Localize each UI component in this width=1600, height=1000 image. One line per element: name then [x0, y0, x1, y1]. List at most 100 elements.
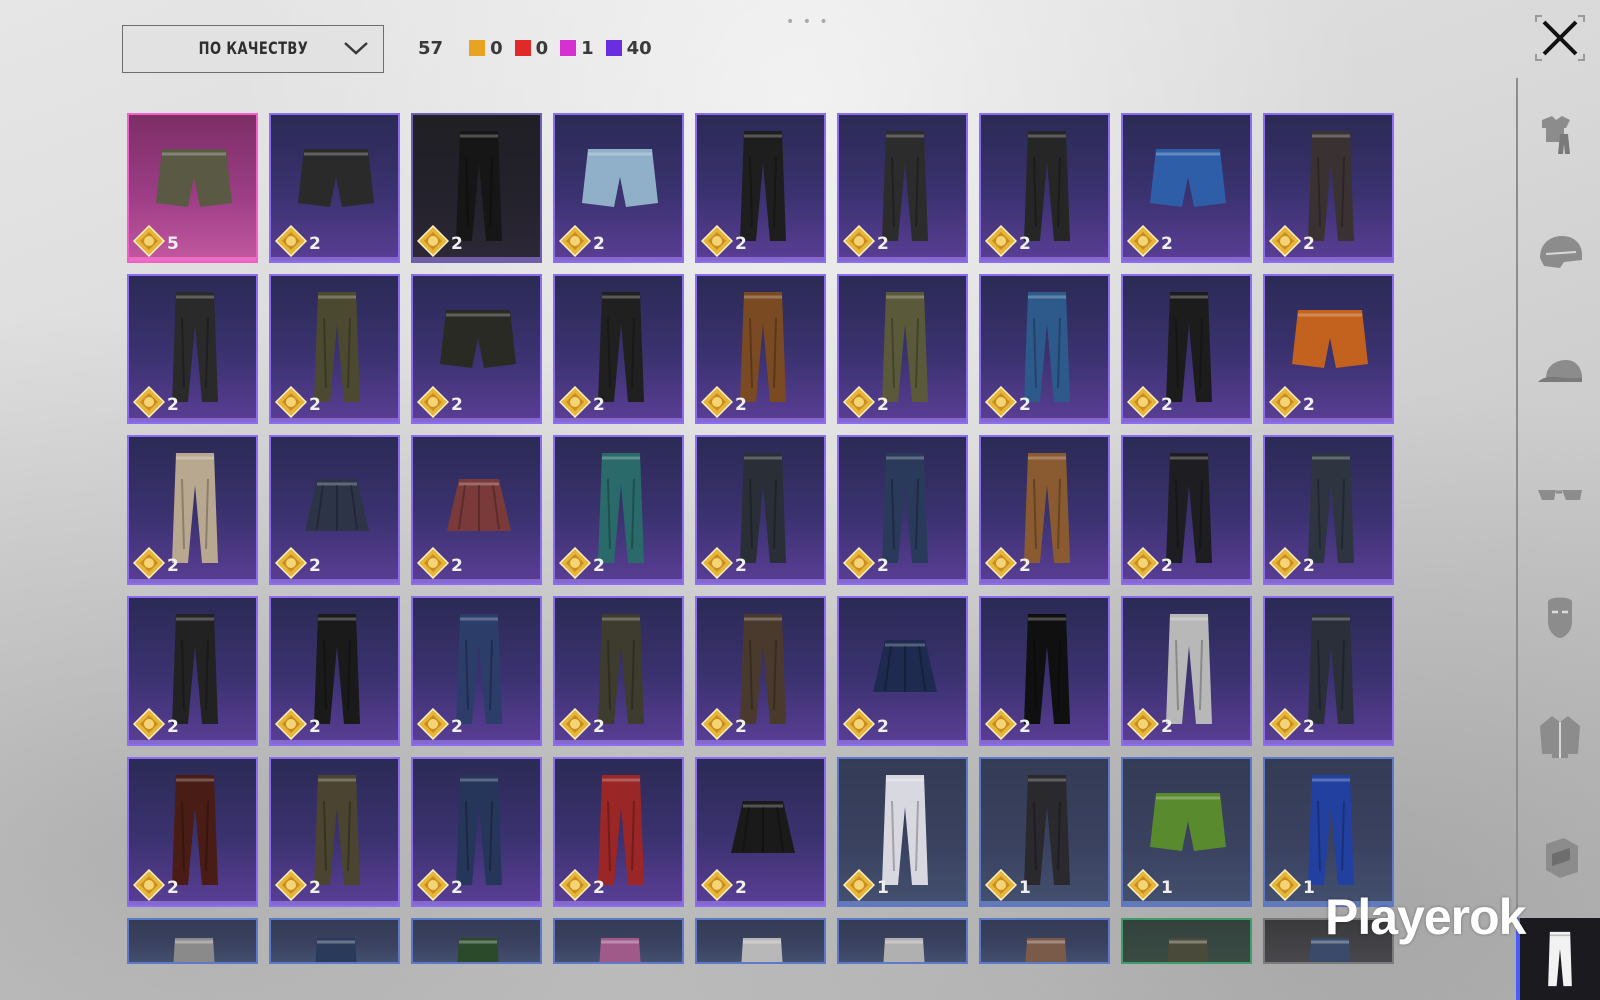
item-quantity: 2: [735, 556, 747, 576]
sort-dropdown[interactable]: ПО КАЧЕСТВУ: [122, 25, 384, 73]
pants-item-icon: [315, 938, 357, 962]
inventory-item[interactable]: 2: [553, 435, 684, 585]
category-glasses[interactable]: [1530, 464, 1590, 524]
drag-handle[interactable]: • • •: [786, 14, 830, 30]
item-quantity: 2: [309, 556, 321, 576]
inventory-item[interactable]: 2: [837, 274, 968, 424]
shorts-item-icon: [1292, 310, 1368, 368]
item-quantity: 2: [1303, 234, 1315, 254]
inventory-item[interactable]: 2: [269, 435, 400, 585]
inventory-item[interactable]: 2: [411, 435, 542, 585]
item-quantity: 2: [735, 717, 747, 737]
inventory-item[interactable]: 2: [269, 113, 400, 263]
inventory-item[interactable]: 2: [553, 274, 684, 424]
rarity-badge-icon: [1126, 868, 1160, 902]
inventory-item[interactable]: 2: [695, 596, 826, 746]
category-backpack[interactable]: [1530, 826, 1590, 886]
shorts-item-icon: [1150, 149, 1226, 207]
inventory-item[interactable]: 5: [127, 113, 258, 263]
inventory-item[interactable]: [411, 918, 542, 964]
category-pants[interactable]: [1516, 918, 1600, 1000]
item-quantity: 2: [309, 234, 321, 254]
inventory-item[interactable]: 2: [979, 113, 1110, 263]
inventory-item[interactable]: 2: [553, 113, 684, 263]
inventory-item[interactable]: 2: [1121, 274, 1252, 424]
inventory-item[interactable]: [553, 918, 684, 964]
pants-item-icon: [1024, 614, 1070, 724]
pants-item-icon: [740, 131, 786, 241]
inventory-item[interactable]: [1121, 918, 1252, 964]
inventory-item[interactable]: 2: [1121, 113, 1252, 263]
inventory-item[interactable]: 2: [269, 596, 400, 746]
rarity-badge-icon: [558, 224, 592, 258]
category-hat[interactable]: [1530, 344, 1590, 404]
inventory-item[interactable]: 2: [411, 757, 542, 907]
inventory-item[interactable]: 2: [1263, 435, 1394, 585]
inventory-item[interactable]: 2: [127, 274, 258, 424]
inventory-item[interactable]: 2: [411, 274, 542, 424]
rarity-badge-icon: [1268, 224, 1302, 258]
inventory-item[interactable]: 2: [127, 757, 258, 907]
rarity-badge-icon: [700, 868, 734, 902]
rarity-badge-icon: [842, 546, 876, 580]
item-quantity: 2: [167, 395, 179, 415]
pants-item-icon: [1308, 453, 1354, 563]
inventory-item[interactable]: 2: [695, 113, 826, 263]
inventory-item[interactable]: 2: [553, 596, 684, 746]
inventory-item[interactable]: 2: [837, 435, 968, 585]
inventory-item[interactable]: 1: [1121, 757, 1252, 907]
inventory-item[interactable]: 2: [411, 596, 542, 746]
chevron-down-icon: [344, 42, 368, 55]
shorts-item-icon: [440, 310, 516, 368]
inventory-item[interactable]: 2: [695, 274, 826, 424]
inventory-item[interactable]: 2: [1263, 596, 1394, 746]
category-mask[interactable]: [1530, 586, 1590, 646]
inventory-item[interactable]: 1: [979, 757, 1110, 907]
inventory-item[interactable]: 2: [127, 435, 258, 585]
category-jacket[interactable]: [1530, 706, 1590, 766]
inventory-item[interactable]: 2: [269, 757, 400, 907]
rarity-badge-icon: [1126, 224, 1160, 258]
pants-item-icon: [598, 614, 644, 724]
item-quantity: 2: [1303, 717, 1315, 737]
inventory-item[interactable]: 1: [1263, 757, 1394, 907]
inventory-item[interactable]: 2: [269, 274, 400, 424]
inventory-item[interactable]: 2: [837, 113, 968, 263]
quality-swatch: [514, 40, 531, 56]
inventory-item[interactable]: [979, 918, 1110, 964]
inventory-item[interactable]: 2: [979, 596, 1110, 746]
total-count: 57: [418, 37, 444, 59]
item-quantity: 1: [1303, 878, 1315, 898]
inventory-item[interactable]: [837, 918, 968, 964]
inventory-item[interactable]: 2: [553, 757, 684, 907]
inventory-item[interactable]: 2: [979, 435, 1110, 585]
pants-item-icon: [1024, 292, 1070, 402]
rarity-badge-icon: [274, 385, 308, 419]
inventory-item[interactable]: 2: [411, 113, 542, 263]
shorts-item-icon: [156, 149, 232, 207]
inventory-item[interactable]: 2: [695, 435, 826, 585]
pants-item-icon: [172, 775, 218, 885]
inventory-item[interactable]: [269, 918, 400, 964]
shorts-item-icon: [298, 149, 374, 207]
category-helmet[interactable]: [1530, 224, 1590, 284]
inventory-item[interactable]: 1: [837, 757, 968, 907]
item-quantity: 2: [167, 717, 179, 737]
item-quantity: 2: [877, 717, 889, 737]
inventory-item[interactable]: 2: [1121, 435, 1252, 585]
rarity-badge-icon: [132, 546, 166, 580]
inventory-item[interactable]: 2: [1263, 113, 1394, 263]
pants-item-icon: [1308, 775, 1354, 885]
inventory-item[interactable]: 2: [1121, 596, 1252, 746]
category-outfit[interactable]: [1530, 104, 1590, 164]
inventory-item[interactable]: 2: [127, 596, 258, 746]
inventory-item[interactable]: 2: [1263, 274, 1394, 424]
inventory-item[interactable]: [695, 918, 826, 964]
pants-item-icon: [598, 453, 644, 563]
inventory-item[interactable]: 2: [837, 596, 968, 746]
item-quantity: 2: [309, 878, 321, 898]
inventory-item[interactable]: [127, 918, 258, 964]
inventory-item[interactable]: 2: [979, 274, 1110, 424]
inventory-item[interactable]: 2: [695, 757, 826, 907]
close-button[interactable]: [1532, 12, 1588, 64]
